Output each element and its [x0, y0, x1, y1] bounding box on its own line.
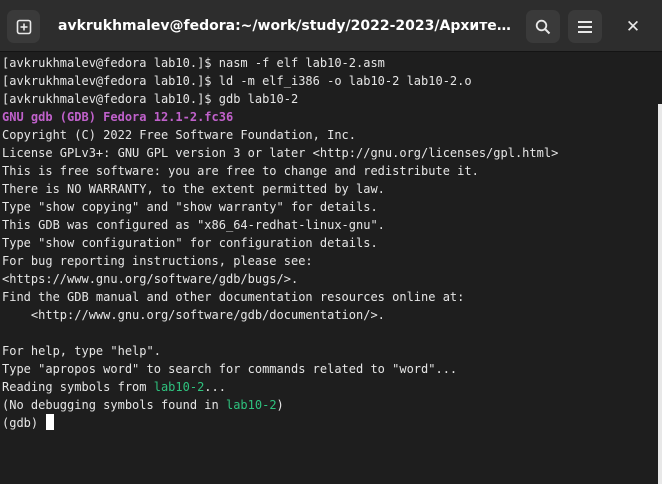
terminal-line: For help, type "help".	[2, 344, 161, 358]
terminal-line: Find the GDB manual and other documentat…	[2, 290, 465, 304]
line-text: ...	[204, 380, 226, 394]
window-edge	[658, 104, 662, 484]
terminal-line: [avkrukhmalev@fedora lab10.]$ gdb lab10-…	[2, 92, 299, 106]
terminal-line: License GPLv3+: GNU GPL version 3 or lat…	[2, 146, 559, 160]
terminal-line: (gdb)	[2, 414, 650, 432]
terminal-output[interactable]: [avkrukhmalev@fedora lab10.]$ nasm -f el…	[0, 52, 650, 484]
filename-highlight: lab10-2	[225, 398, 277, 412]
terminal-line: Type "show copying" and "show warranty" …	[2, 200, 378, 214]
terminal-line: For bug reporting instructions, please s…	[2, 254, 313, 268]
text-cursor	[46, 414, 55, 430]
terminal-line: Copyright (C) 2022 Free Software Foundat…	[2, 128, 357, 142]
filename-highlight: lab10-2	[153, 380, 205, 394]
terminal-line: Type "show configuration" for configurat…	[2, 236, 378, 250]
menu-button[interactable]	[568, 10, 602, 43]
close-button[interactable]: ✕	[614, 10, 652, 43]
terminal-line: This is free software: you are free to c…	[2, 164, 479, 178]
terminal-line: Type "apropos word" to search for comman…	[2, 362, 458, 376]
terminal-line: <https://www.gnu.org/software/gdb/bugs/>…	[2, 272, 299, 286]
new-tab-button[interactable]	[7, 10, 40, 43]
close-icon: ✕	[625, 16, 641, 37]
title-bar: avkrukhmalev@fedora:~/work/study/2022-20…	[0, 0, 662, 52]
search-button[interactable]	[526, 10, 560, 43]
terminal-line: There is NO WARRANTY, to the extent perm…	[2, 182, 385, 196]
terminal-line: [avkrukhmalev@fedora lab10.]$ ld -m elf_…	[2, 74, 472, 88]
gdb-banner: GNU gdb (GDB) Fedora 12.1-2.fc36	[2, 110, 234, 124]
line-text: )	[276, 398, 284, 412]
search-icon	[535, 19, 551, 34]
terminal-line: Reading symbols from lab10-2...	[2, 378, 650, 396]
terminal-line: [avkrukhmalev@fedora lab10.]$ nasm -f el…	[2, 56, 385, 70]
line-text: Reading symbols from	[2, 380, 154, 394]
window-title: avkrukhmalev@fedora:~/work/study/2022-20…	[58, 18, 513, 34]
new-tab-icon	[16, 19, 31, 34]
terminal-line: This GDB was configured as "x86_64-redha…	[2, 218, 385, 232]
terminal-line: <http://www.gnu.org/software/gdb/documen…	[2, 308, 385, 322]
hamburger-menu-icon	[578, 20, 592, 33]
line-text: (No debugging symbols found in	[2, 398, 226, 412]
terminal-line: (No debugging symbols found in lab10-2)	[2, 396, 650, 414]
gdb-prompt: (gdb)	[2, 416, 46, 430]
